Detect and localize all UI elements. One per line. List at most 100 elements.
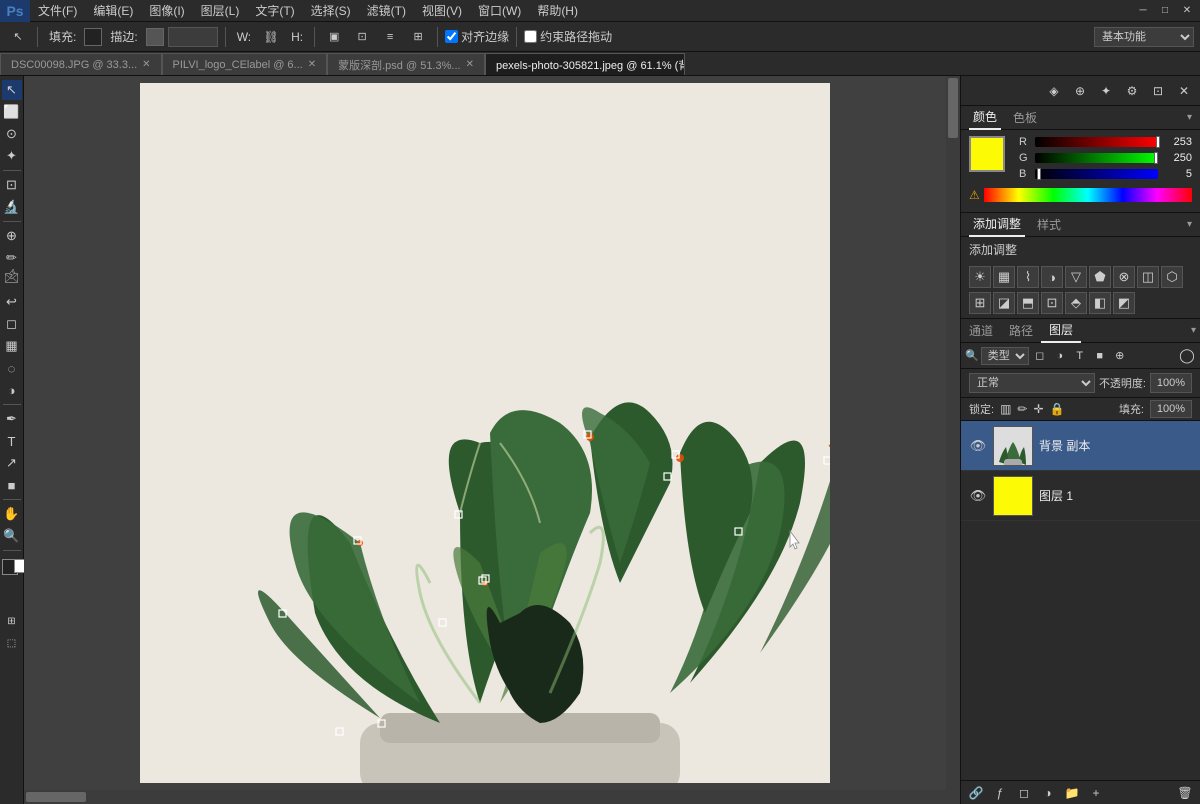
align-edges-checkbox[interactable]: 对齐边缘 bbox=[445, 28, 509, 45]
fill-input[interactable] bbox=[1150, 400, 1192, 418]
clone-stamp-button[interactable]: 🖄 bbox=[2, 270, 22, 290]
posterize-adj-icon[interactable]: ⊡ bbox=[1041, 292, 1063, 314]
selection-tool-button[interactable]: ↖ bbox=[6, 25, 30, 49]
screen-mode-button[interactable]: ⬚ bbox=[2, 633, 22, 653]
colorbalance-adj-icon[interactable]: ⊗ bbox=[1113, 266, 1135, 288]
zoom-tool-button[interactable]: 🔍 bbox=[2, 526, 22, 546]
crop-tool-button[interactable]: ⊡ bbox=[2, 175, 22, 195]
panel-icon-4[interactable]: ⚙ bbox=[1120, 79, 1144, 103]
stroke-color-swatch[interactable] bbox=[146, 28, 164, 46]
styles-tab[interactable]: 样式 bbox=[1033, 213, 1065, 237]
curves-adj-icon[interactable]: ⌇ bbox=[1017, 266, 1039, 288]
filter-text-icon[interactable]: T bbox=[1071, 347, 1089, 365]
menu-window[interactable]: 窗口(W) bbox=[470, 0, 529, 21]
gradmap-adj-icon[interactable]: ◧ bbox=[1089, 292, 1111, 314]
layer-0-thumbnail[interactable] bbox=[993, 426, 1033, 466]
canvas-area[interactable] bbox=[24, 76, 960, 804]
brightness-adj-icon[interactable]: ☀ bbox=[969, 266, 991, 288]
marquee-tool-button[interactable]: ⬜ bbox=[2, 102, 22, 122]
move-tool-button[interactable]: ↖ bbox=[2, 80, 22, 100]
minimize-button[interactable]: ─ bbox=[1136, 4, 1150, 18]
panel-icon-5[interactable]: ⊡ bbox=[1146, 79, 1170, 103]
dodge-tool-button[interactable]: ◑ bbox=[2, 380, 22, 400]
color-tab[interactable]: 颜色 bbox=[969, 106, 1001, 130]
vibrance-adj-icon[interactable]: ▽ bbox=[1065, 266, 1087, 288]
layer-fx-button[interactable]: ƒ bbox=[989, 783, 1011, 803]
vertical-scrollbar[interactable] bbox=[946, 76, 960, 790]
pen-tool-button[interactable]: ✒ bbox=[2, 409, 22, 429]
channels-tab[interactable]: 通道 bbox=[961, 319, 1001, 343]
brush-tool-button[interactable]: ✏ bbox=[2, 248, 22, 268]
tab-close-2[interactable]: ✕ bbox=[466, 59, 474, 70]
horizontal-scroll-thumb[interactable] bbox=[26, 792, 86, 802]
lasso-tool-button[interactable]: ⊙ bbox=[2, 124, 22, 144]
stack-button[interactable]: ⊞ bbox=[406, 25, 430, 49]
swatches-tab[interactable]: 色板 bbox=[1009, 106, 1041, 130]
healing-brush-button[interactable]: ⊕ bbox=[2, 226, 22, 246]
lock-all-icon[interactable]: 🔒 bbox=[1050, 402, 1065, 416]
menu-layer[interactable]: 图层(L) bbox=[193, 0, 248, 21]
tab-2[interactable]: 蒙版深剖.psd @ 51.3%... ✕ bbox=[327, 53, 485, 75]
menu-help[interactable]: 帮助(H) bbox=[529, 0, 586, 21]
eyedropper-button[interactable]: 🔬 bbox=[2, 197, 22, 217]
threshold-adj-icon[interactable]: ⬘ bbox=[1065, 292, 1087, 314]
lock-paint-icon[interactable]: ✏ bbox=[1017, 402, 1027, 416]
layer-item-0[interactable]: 👁 背景 副本 bbox=[961, 421, 1200, 471]
menu-select[interactable]: 选择(S) bbox=[303, 0, 359, 21]
filter-pixel-icon[interactable]: ◻ bbox=[1031, 347, 1049, 365]
gradient-tool-button[interactable]: ▦ bbox=[2, 336, 22, 356]
path-selection-button[interactable]: ↗ bbox=[2, 453, 22, 473]
color-spectrum[interactable] bbox=[984, 188, 1192, 202]
tab-1[interactable]: PILVI_logo_CElabel @ 6... ✕ bbox=[162, 53, 328, 75]
exposure-adj-icon[interactable]: ◑ bbox=[1041, 266, 1063, 288]
layers-panel-expand[interactable]: ▾ bbox=[1187, 325, 1200, 336]
tab-close-0[interactable]: ✕ bbox=[142, 59, 150, 70]
text-tool-button[interactable]: T bbox=[2, 431, 22, 451]
layer-item-1[interactable]: 👁 图层 1 bbox=[961, 471, 1200, 521]
hand-tool-button[interactable]: ✋ bbox=[2, 504, 22, 524]
layer-mask-button[interactable]: ◻ bbox=[1013, 783, 1035, 803]
filter-toggle[interactable]: ◯ bbox=[1178, 347, 1196, 365]
menu-image[interactable]: 图像(I) bbox=[141, 0, 192, 21]
panel-icon-2[interactable]: ⊕ bbox=[1068, 79, 1092, 103]
stroke-width-input[interactable] bbox=[168, 27, 218, 47]
align-center-button[interactable]: ⊡ bbox=[350, 25, 374, 49]
layer-type-filter[interactable]: 类型 bbox=[981, 347, 1029, 365]
menu-text[interactable]: 文字(T) bbox=[247, 0, 302, 21]
history-brush-button[interactable]: ↩ bbox=[2, 292, 22, 312]
maximize-button[interactable]: □ bbox=[1158, 4, 1172, 18]
vertical-scroll-thumb[interactable] bbox=[948, 78, 958, 138]
lock-position-icon[interactable]: ✛ bbox=[1033, 402, 1043, 416]
shape-tool-button[interactable]: ■ bbox=[2, 475, 22, 495]
green-slider[interactable] bbox=[1035, 153, 1158, 163]
menu-file[interactable]: 文件(F) bbox=[30, 0, 85, 21]
invert-adj-icon[interactable]: ⬒ bbox=[1017, 292, 1039, 314]
horizontal-scrollbar[interactable] bbox=[24, 790, 946, 804]
color-panel-expand[interactable]: ▾ bbox=[1187, 112, 1192, 123]
fill-color-swatch[interactable] bbox=[84, 28, 102, 46]
filter-adj-icon[interactable]: ◑ bbox=[1051, 347, 1069, 365]
bw-adj-icon[interactable]: ◫ bbox=[1137, 266, 1159, 288]
magic-wand-button[interactable]: ✦ bbox=[2, 146, 22, 166]
canvas-document[interactable] bbox=[140, 83, 830, 783]
blue-slider[interactable] bbox=[1035, 169, 1158, 179]
link-dimensions-button[interactable]: ⛓ bbox=[259, 25, 283, 49]
filter-smart-icon[interactable]: ⊕ bbox=[1111, 347, 1129, 365]
colorlookup-adj-icon[interactable]: ◪ bbox=[993, 292, 1015, 314]
eraser-tool-button[interactable]: ◻ bbox=[2, 314, 22, 334]
new-layer-button[interactable]: + bbox=[1085, 783, 1107, 803]
align-left-button[interactable]: ▣ bbox=[322, 25, 346, 49]
panel-icon-3[interactable]: ✦ bbox=[1094, 79, 1118, 103]
layers-tab[interactable]: 图层 bbox=[1041, 319, 1081, 343]
layer-1-thumbnail[interactable] bbox=[993, 476, 1033, 516]
channelmixer-adj-icon[interactable]: ⊞ bbox=[969, 292, 991, 314]
layer-0-visibility-icon[interactable]: 👁 bbox=[969, 438, 987, 454]
layer-group-button[interactable]: 📁 bbox=[1061, 783, 1083, 803]
layer-adjustment-button[interactable]: ◑ bbox=[1037, 783, 1059, 803]
paths-tab[interactable]: 路径 bbox=[1001, 319, 1041, 343]
blend-mode-selector[interactable]: 正常 bbox=[969, 373, 1095, 393]
menu-edit[interactable]: 编辑(E) bbox=[85, 0, 141, 21]
hue-adj-icon[interactable]: ⬟ bbox=[1089, 266, 1111, 288]
adj-panel-expand[interactable]: ▾ bbox=[1187, 219, 1192, 230]
delete-layer-button[interactable]: 🗑 bbox=[1174, 783, 1196, 803]
